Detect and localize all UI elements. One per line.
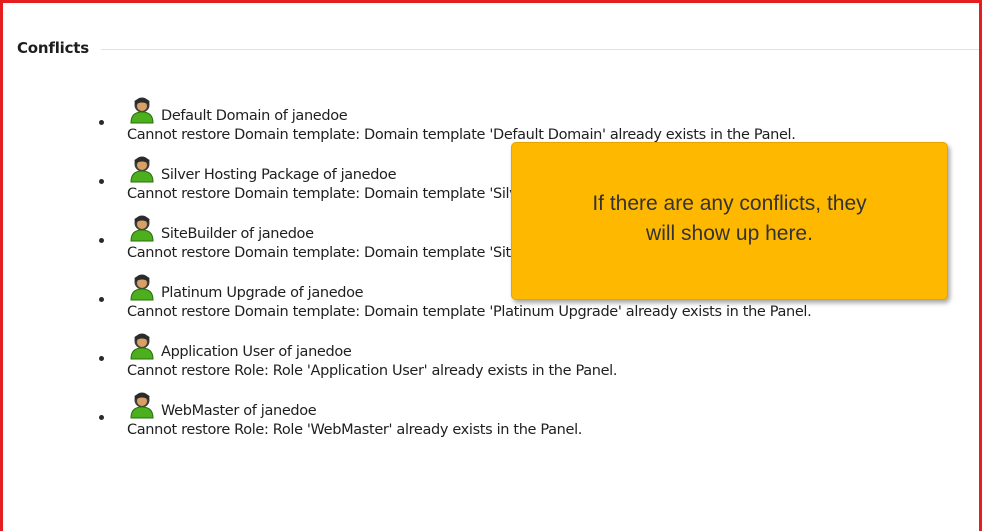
conflict-item-head: Application User of janedoe <box>129 331 352 361</box>
bullet <box>99 297 104 302</box>
user-icon <box>130 274 154 301</box>
bullet <box>99 120 104 125</box>
user-icon <box>130 333 154 360</box>
conflict-item-head: WebMaster of janedoe <box>129 390 317 420</box>
bullet <box>99 179 104 184</box>
user-icon <box>130 97 154 124</box>
user-icon <box>130 392 154 419</box>
section-title: Conflicts <box>17 39 89 57</box>
conflict-item-name: Silver Hosting Package of janedoe <box>161 167 397 183</box>
callout-tooltip: If there are any conflicts, they will sh… <box>511 142 948 300</box>
conflict-item-name: WebMaster of janedoe <box>161 403 317 419</box>
conflict-item-name: Application User of janedoe <box>161 344 352 360</box>
conflict-item-head: Default Domain of janedoe <box>129 95 348 125</box>
conflict-item-message: Cannot restore Domain template: Domain t… <box>127 304 812 320</box>
conflict-item-message: Cannot restore Role: Role 'Application U… <box>127 363 618 379</box>
conflict-item-message: Cannot restore Role: Role 'WebMaster' al… <box>127 422 583 438</box>
conflict-item-head: SiteBuilder of janedoe <box>129 213 314 243</box>
highlight-frame: Conflicts Default Domain of janedoe Cann… <box>0 0 982 531</box>
conflict-item-name: Default Domain of janedoe <box>161 108 348 124</box>
section-divider <box>101 48 979 50</box>
bullet <box>99 238 104 243</box>
conflict-item-head: Silver Hosting Package of janedoe <box>129 154 397 184</box>
conflict-item-name: SiteBuilder of janedoe <box>161 226 314 242</box>
user-icon <box>130 156 154 183</box>
user-icon <box>130 215 154 242</box>
tooltip-text: If there are any conflicts, they will sh… <box>592 192 867 245</box>
bullet <box>99 356 104 361</box>
conflict-item-name: Platinum Upgrade of janedoe <box>161 285 364 301</box>
conflict-item-head: Platinum Upgrade of janedoe <box>129 272 364 302</box>
bullet <box>99 415 104 420</box>
conflicts-section-header: Conflicts <box>17 35 979 61</box>
